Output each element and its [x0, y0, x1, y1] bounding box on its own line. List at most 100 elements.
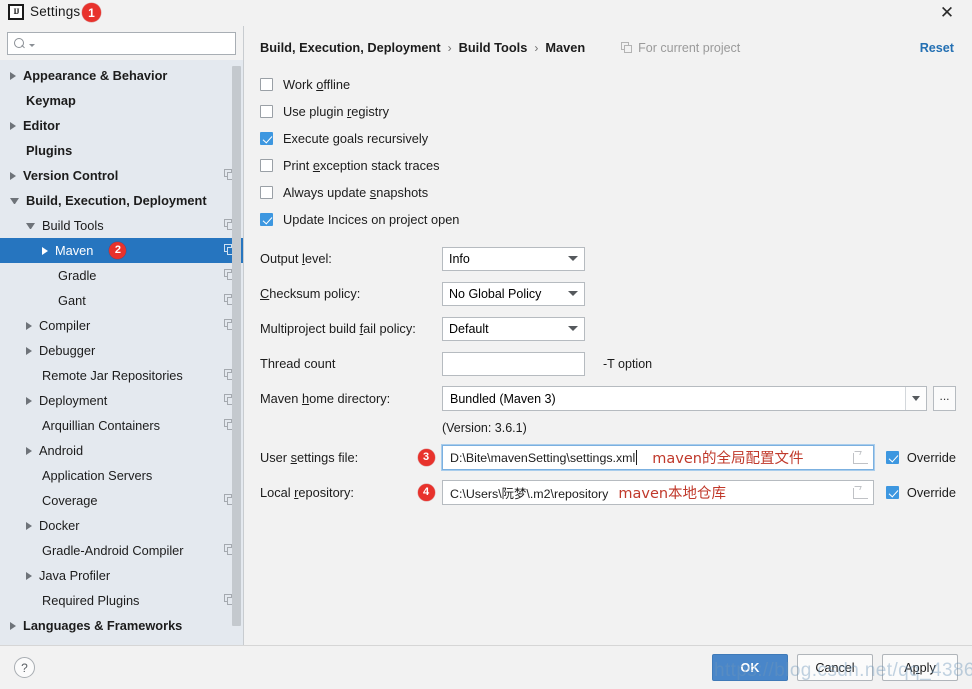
sidebar-item-version-control[interactable]: Version Control	[0, 163, 243, 188]
chevron-right-icon[interactable]	[26, 571, 32, 580]
breadcrumb: Build, Execution, Deployment › Build Too…	[260, 26, 956, 60]
checkbox-update-incices-on-project-open[interactable]	[260, 213, 273, 226]
sidebar-item-docker[interactable]: Docker	[0, 513, 243, 538]
sidebar-item-label: Appearance & Behavior	[23, 68, 168, 83]
sidebar-item-build-execution-deployment[interactable]: Build, Execution, Deployment	[0, 188, 243, 213]
chevron-right-icon[interactable]	[10, 121, 16, 130]
output-level-row: Output level: Info	[260, 241, 956, 276]
settings-tree: Appearance & Behavior Keymap Editor Plugins…	[0, 60, 243, 645]
chevron-right-icon[interactable]	[26, 521, 32, 530]
user-settings-file-input[interactable]: D:\Bite\mavenSetting\settings.xml maven的…	[442, 445, 874, 470]
local-repository-input[interactable]: C:\Users\阮梦\.m2\repository maven本地仓库	[442, 480, 874, 505]
sidebar-item-remote-jar-repositories[interactable]: Remote Jar Repositories	[0, 363, 243, 388]
chevron-down-icon[interactable]	[26, 222, 35, 229]
sidebar-item-arquillian-containers[interactable]: Arquillian Containers	[0, 413, 243, 438]
sidebar-item-label: Deployment	[39, 393, 108, 408]
sidebar-item-compiler[interactable]: Compiler	[0, 313, 243, 338]
checkbox-row-update-incices-on-project-open[interactable]: Update Incices on project open	[260, 206, 956, 233]
chevron-down-icon[interactable]	[10, 197, 19, 204]
output-level-select[interactable]: Info	[442, 246, 585, 271]
sidebar-item-label: Build Tools	[42, 218, 104, 233]
breadcrumb-item-build-execution-deployment[interactable]: Build, Execution, Deployment	[260, 40, 441, 55]
user-settings-override-checkbox[interactable]	[885, 451, 899, 464]
sidebar-item-android[interactable]: Android	[0, 438, 243, 463]
sidebar-item-label: Languages & Frameworks	[23, 618, 183, 633]
help-icon[interactable]: ?	[14, 657, 35, 678]
breadcrumb-item-build-tools[interactable]: Build Tools	[459, 40, 528, 55]
sidebar-scrollbar[interactable]	[231, 60, 242, 645]
maven-home-directory-select[interactable]: Bundled (Maven 3)	[442, 386, 927, 411]
local-repository-override[interactable]: Override	[885, 485, 956, 500]
sidebar-item-gradle[interactable]: Gradle	[0, 263, 243, 288]
checksum-policy-select[interactable]: No Global Policy	[442, 281, 585, 306]
cancel-button[interactable]: Cancel	[797, 654, 873, 681]
multiproject-fail-policy-value: Default	[449, 321, 489, 336]
sidebar-scrollbar-thumb[interactable]	[232, 66, 241, 626]
chevron-right-icon[interactable]	[26, 446, 32, 455]
title-bar: IJ Settings 1 ✕	[0, 0, 972, 26]
local-repository-override-checkbox[interactable]	[885, 486, 899, 499]
sidebar-item-maven[interactable]: Maven 2	[0, 238, 243, 263]
checkbox-always-update-snapshots[interactable]	[260, 186, 273, 199]
reset-link[interactable]: Reset	[920, 41, 956, 55]
chevron-right-icon[interactable]	[26, 396, 32, 405]
chevron-right-icon[interactable]	[26, 346, 32, 355]
output-level-value: Info	[449, 251, 470, 266]
checkbox-row-always-update-snapshots[interactable]: Always update snapshots	[260, 179, 956, 206]
checkbox-row-work-offline[interactable]: Work offline	[260, 71, 956, 98]
sidebar-item-label: Application Servers	[42, 468, 153, 483]
checkbox-row-execute-goals-recursively[interactable]: Execute goals recursively	[260, 125, 956, 152]
checkbox-work-offline[interactable]	[260, 78, 273, 91]
sidebar-item-appearance-behavior[interactable]: Appearance & Behavior	[0, 63, 243, 88]
maven-home-browse-button[interactable]: ...	[933, 386, 956, 411]
sidebar-item-label: Remote Jar Repositories	[42, 368, 183, 383]
search-box[interactable]	[7, 32, 236, 55]
sidebar-item-label: Arquillian Containers	[42, 418, 161, 433]
sidebar-item-label: Gant	[58, 293, 86, 308]
checkbox-row-use-plugin-registry[interactable]: Use plugin registry	[260, 98, 956, 125]
chevron-right-icon[interactable]	[26, 321, 32, 330]
sidebar-item-plugins[interactable]: Plugins	[0, 138, 243, 163]
checkbox-execute-goals-recursively[interactable]	[260, 132, 273, 145]
checkbox-row-print-exception-stack-traces[interactable]: Print exception stack traces	[260, 152, 956, 179]
user-settings-annotation: maven的全局配置文件	[652, 451, 804, 467]
folder-browse-icon[interactable]	[852, 451, 869, 464]
sidebar-item-required-plugins[interactable]: Required Plugins	[0, 588, 243, 613]
window-title: Settings	[30, 4, 81, 19]
multiproject-fail-policy-select[interactable]: Default	[442, 316, 585, 341]
chevron-down-icon[interactable]	[905, 387, 926, 410]
user-settings-override[interactable]: Override	[885, 450, 956, 465]
close-icon[interactable]: ✕	[936, 3, 958, 23]
local-repository-label: Local repository:	[260, 485, 354, 500]
apply-button[interactable]: Ap ply	[882, 654, 958, 681]
sidebar-item-keymap[interactable]: Keymap	[0, 88, 243, 113]
sidebar-item-build-tools[interactable]: Build Tools	[0, 213, 243, 238]
sidebar-item-deployment[interactable]: Deployment	[0, 388, 243, 413]
sidebar-item-debugger[interactable]: Debugger	[0, 338, 243, 363]
multiproject-fail-policy-label: Multiproject build fail policy:	[260, 321, 416, 336]
sidebar-item-coverage[interactable]: Coverage	[0, 488, 243, 513]
checkbox-use-plugin-registry[interactable]	[260, 105, 273, 118]
thread-count-label: Thread count	[260, 356, 336, 371]
sidebar-item-java-profiler[interactable]: Java Profiler	[0, 563, 243, 588]
sidebar-item-label: Keymap	[26, 93, 76, 108]
chevron-right-icon[interactable]	[42, 246, 48, 255]
thread-count-input[interactable]	[442, 351, 585, 376]
folder-browse-icon[interactable]	[852, 486, 869, 499]
search-input[interactable]	[35, 34, 235, 53]
breadcrumb-separator-icon: ›	[534, 40, 539, 55]
sidebar-item-languages-frameworks[interactable]: Languages & Frameworks	[0, 613, 243, 638]
checksum-policy-value: No Global Policy	[449, 286, 542, 301]
chevron-right-icon[interactable]	[10, 171, 16, 180]
sidebar-item-application-servers[interactable]: Application Servers	[0, 463, 243, 488]
sidebar-item-editor[interactable]: Editor	[0, 113, 243, 138]
breadcrumb-item-maven[interactable]: Maven	[545, 40, 585, 55]
checkbox-print-exception-stack-traces[interactable]	[260, 159, 273, 172]
sidebar-item-gradle-android-compiler[interactable]: Gradle-Android Compiler	[0, 538, 243, 563]
chevron-right-icon[interactable]	[10, 621, 16, 630]
text-caret	[636, 450, 638, 465]
chevron-right-icon[interactable]	[10, 71, 16, 80]
user-settings-file-label: User settings file:	[260, 450, 359, 465]
sidebar-item-gant[interactable]: Gant	[0, 288, 243, 313]
ok-button[interactable]: OK	[712, 654, 788, 681]
